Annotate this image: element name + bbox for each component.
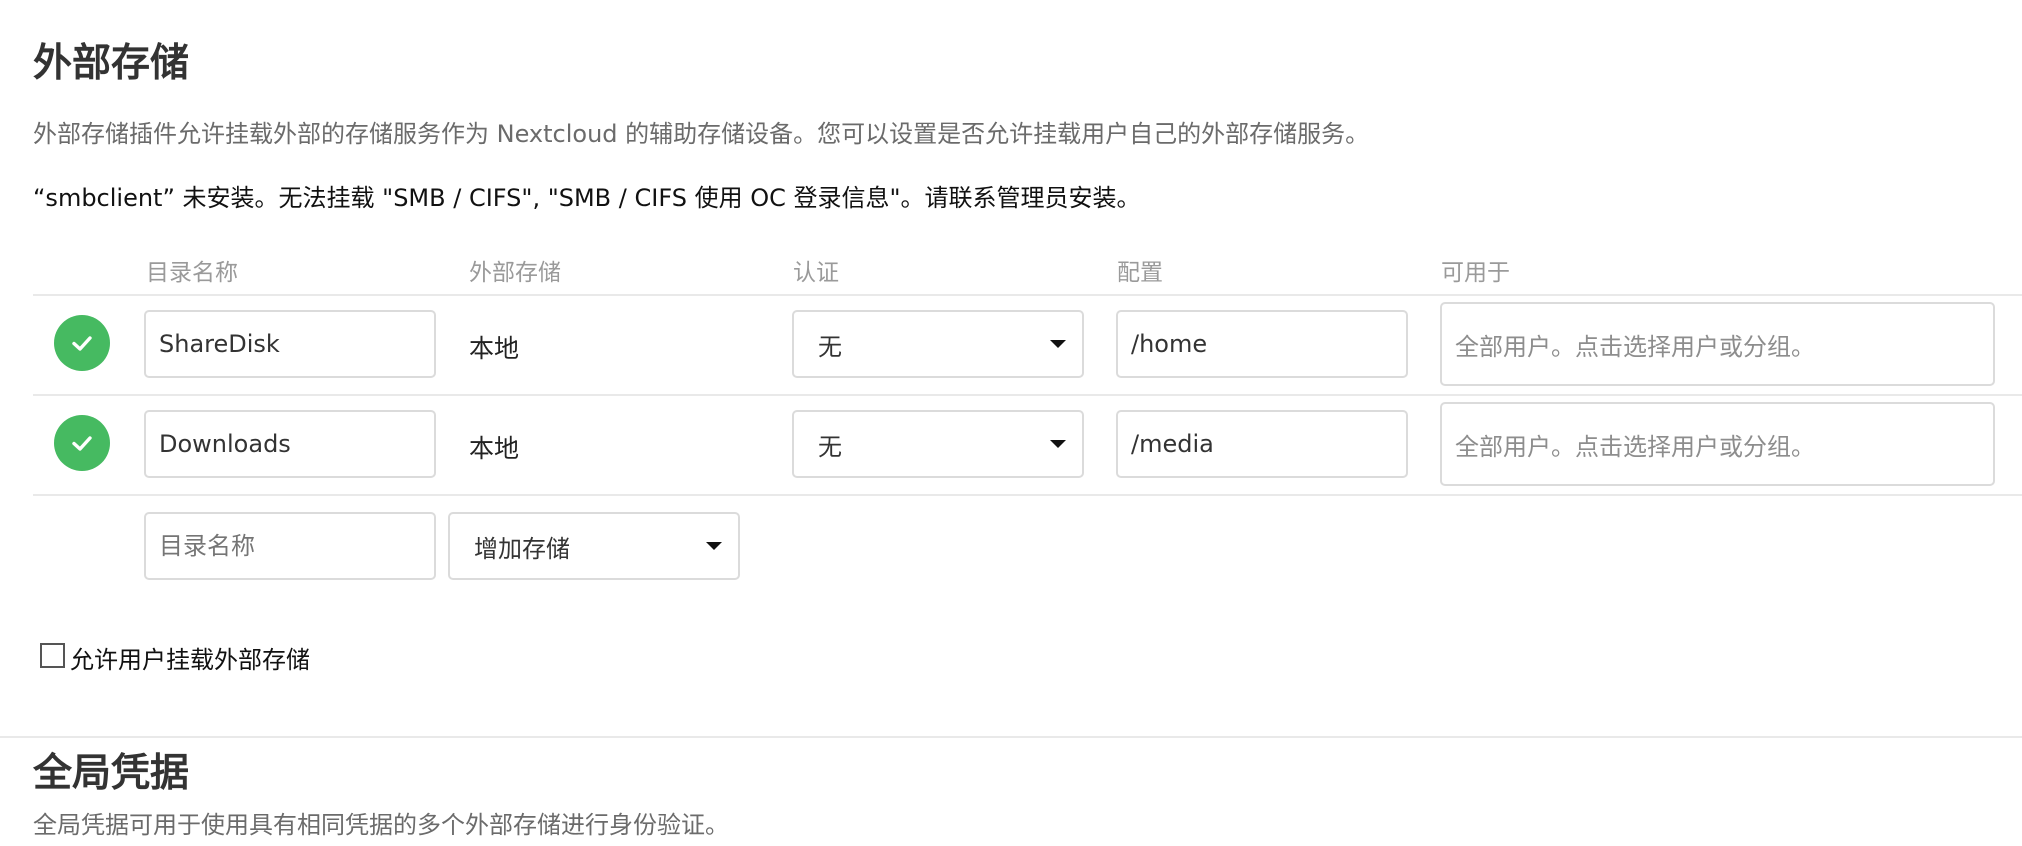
column-header-authentication: 认证 [793, 260, 839, 286]
backend-label: 本地 [469, 334, 520, 363]
check-icon [72, 436, 92, 451]
applicable-users-input[interactable]: 全部用户。点击选择用户或分组。 [1440, 402, 1995, 486]
check-icon [72, 336, 92, 351]
allow-user-mounting-label[interactable]: 允许用户挂载外部存储 [70, 640, 310, 675]
configuration-input[interactable]: /media [1116, 410, 1408, 478]
caret-down-icon [1050, 340, 1066, 348]
folder-name-input[interactable]: ShareDisk [144, 310, 436, 378]
global-credentials-description: 全局凭据可用于使用具有相同凭据的多个外部存储进行身份验证。 [33, 811, 729, 839]
folder-name-input[interactable]: Downloads [144, 410, 436, 478]
caret-down-icon [1050, 440, 1066, 448]
column-header-external-storage: 外部存储 [469, 260, 561, 286]
allow-user-mounting-checkbox[interactable] [40, 643, 65, 668]
backend-label: 本地 [469, 434, 520, 463]
section-title-external-storage: 外部存储 [33, 41, 190, 86]
column-header-folder-name: 目录名称 [146, 260, 238, 286]
status-indicator[interactable] [54, 315, 110, 371]
new-folder-name-input[interactable] [144, 512, 436, 580]
applicable-users-input[interactable]: 全部用户。点击选择用户或分组。 [1440, 302, 1995, 386]
authentication-select[interactable]: 无 [792, 410, 1084, 478]
column-header-available-for: 可用于 [1441, 260, 1510, 286]
section-description: 外部存储插件允许挂载外部的存储服务作为 Nextcloud 的辅助存储设备。您可… [33, 120, 1370, 148]
table-divider [33, 494, 2022, 496]
table-divider [33, 394, 2022, 396]
authentication-select-value: 无 [818, 332, 842, 361]
status-indicator[interactable] [54, 415, 110, 471]
table-divider [33, 294, 2022, 296]
column-header-configuration: 配置 [1117, 260, 1163, 286]
authentication-select-value: 无 [818, 432, 842, 461]
section-title-global-credentials: 全局凭据 [33, 751, 190, 796]
caret-down-icon [706, 542, 722, 550]
smbclient-warning: “smbclient” 未安装。无法挂载 "SMB / CIFS", "SMB … [33, 184, 1141, 212]
add-storage-select[interactable]: 增加存储 [448, 512, 740, 580]
section-divider [0, 736, 2022, 738]
configuration-input[interactable]: /home [1116, 310, 1408, 378]
add-storage-select-label: 增加存储 [474, 534, 570, 563]
authentication-select[interactable]: 无 [792, 310, 1084, 378]
